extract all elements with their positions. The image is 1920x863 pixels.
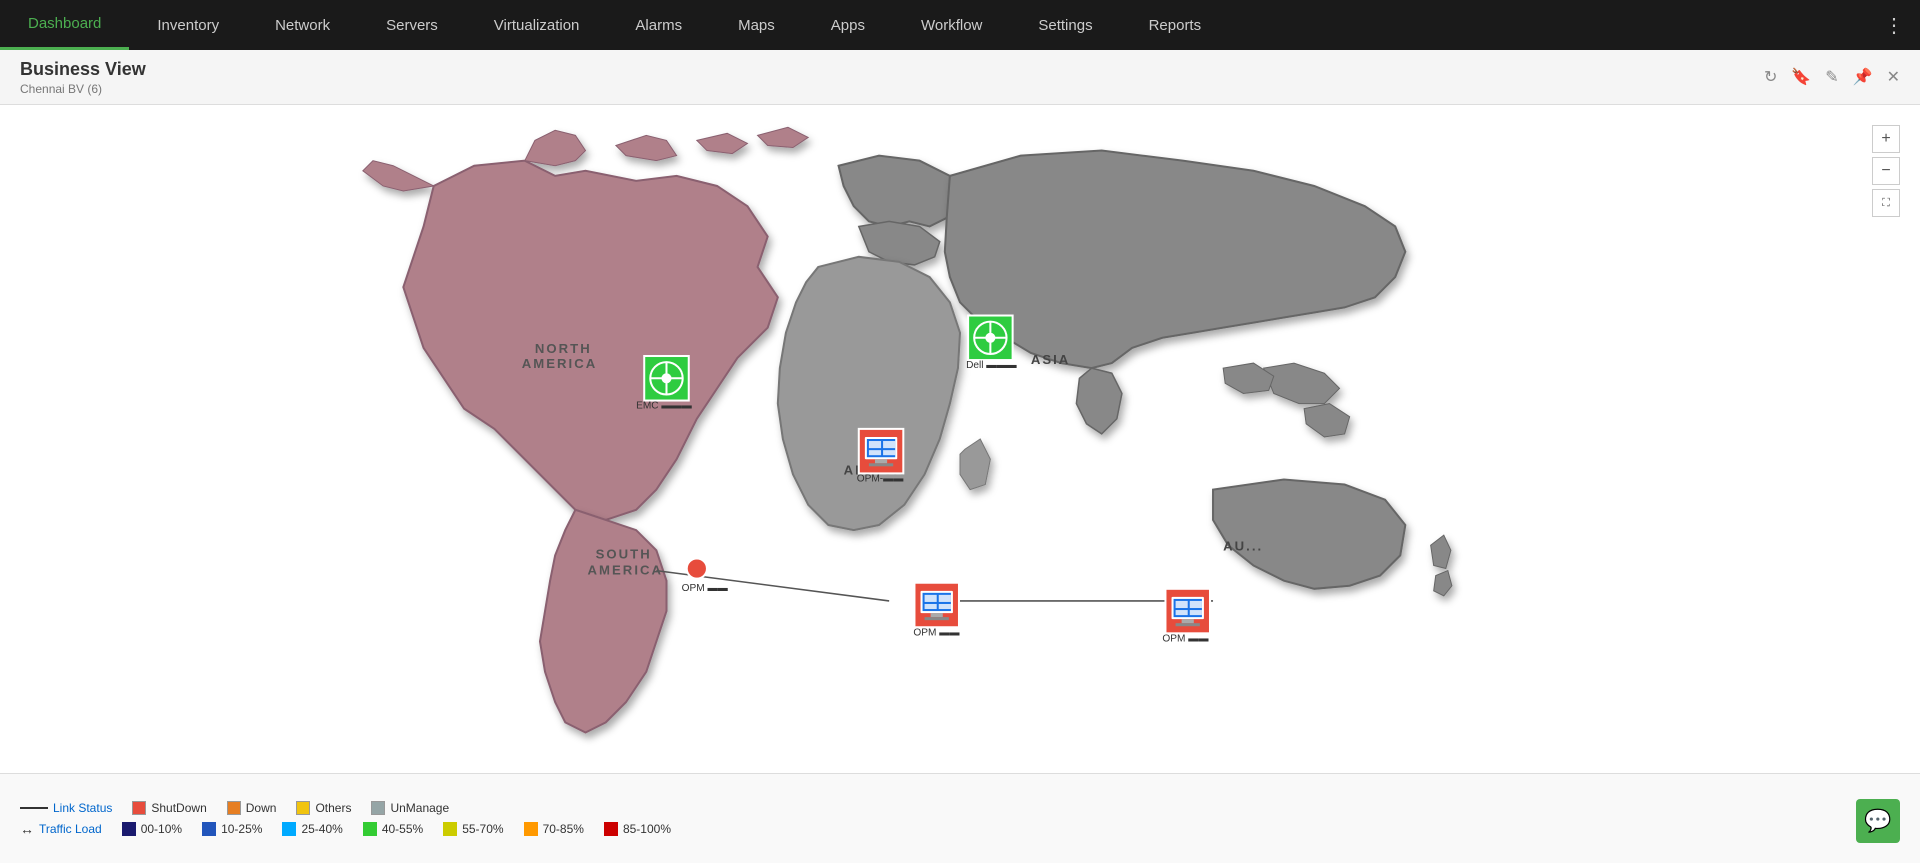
pin-icon[interactable]: 📌: [1853, 67, 1873, 87]
region-north-america-label2: AMERICA: [522, 356, 598, 371]
legend-shutdown-item: ShutDown: [132, 801, 206, 815]
node-asia[interactable]: [968, 316, 1013, 361]
legend-traffic-25-40: 25-40%: [282, 822, 342, 836]
others-color-box: [296, 801, 310, 815]
zoom-out-button[interactable]: −: [1872, 157, 1900, 185]
traffic-10-25-label: 10-25%: [221, 822, 262, 836]
legend-traffic-00-10: 00-10%: [122, 822, 182, 836]
navbar: Dashboard Inventory Network Servers Virt…: [0, 0, 1920, 50]
header-info: Business View Chennai BV (6): [20, 59, 146, 96]
zoom-in-button[interactable]: +: [1872, 125, 1900, 153]
legend-link-status-row: Link Status ShutDown Down Others UnManag…: [20, 801, 1900, 815]
nav-network[interactable]: Network: [247, 0, 358, 50]
nav-apps[interactable]: Apps: [803, 0, 893, 50]
legend-traffic-10-25: 10-25%: [202, 822, 262, 836]
close-icon[interactable]: ✕: [1887, 67, 1900, 87]
traffic-load-label[interactable]: Traffic Load: [39, 822, 102, 836]
chat-icon: 💬: [1864, 808, 1891, 834]
traffic-00-10-label: 00-10%: [141, 822, 182, 836]
node-africa-opm[interactable]: [859, 429, 904, 474]
bookmark-icon[interactable]: 🔖: [1791, 67, 1811, 87]
traffic-10-25-box: [202, 822, 216, 836]
traffic-55-70-label: 55-70%: [462, 822, 503, 836]
region-australia-label: AU...: [1223, 538, 1263, 553]
nav-more-button[interactable]: ⋮: [1868, 0, 1920, 50]
nav-virtualization[interactable]: Virtualization: [466, 0, 608, 50]
region-south-america-label: SOUTH: [596, 546, 652, 561]
legend-line-icon: [20, 807, 48, 809]
shutdown-color-box: [132, 801, 146, 815]
zoom-controls: + − ⛶: [1872, 125, 1900, 217]
legend-traffic-85-100: 85-100%: [604, 822, 671, 836]
header-bar: Business View Chennai BV (6) ↻ 🔖 ✎ 📌 ✕: [0, 50, 1920, 105]
chat-button[interactable]: 💬: [1856, 799, 1900, 843]
nav-servers[interactable]: Servers: [358, 0, 466, 50]
zoom-fit-button[interactable]: ⛶: [1872, 189, 1900, 217]
unmanage-color-box: [371, 801, 385, 815]
link-status-label[interactable]: Link Status: [53, 801, 112, 815]
edit-icon[interactable]: ✎: [1825, 67, 1838, 87]
node-africa-opm-label: OPM-▬▬: [857, 474, 905, 485]
header-actions: ↻ 🔖 ✎ 📌 ✕: [1764, 67, 1900, 87]
legend-link-status-item: Link Status: [20, 801, 112, 815]
nav-reports[interactable]: Reports: [1121, 0, 1230, 50]
region-south-america-label2: AMERICA: [588, 563, 664, 578]
traffic-25-40-box: [282, 822, 296, 836]
footer-legend: Link Status ShutDown Down Others UnManag…: [0, 773, 1920, 863]
legend-unmanage-item: UnManage: [371, 801, 449, 815]
node-south-america-label: OPM ▬▬: [682, 583, 729, 594]
nav-dashboard[interactable]: Dashboard: [0, 0, 129, 50]
region-north-america-label: NORTH: [535, 341, 592, 356]
node-south-africa[interactable]: [914, 583, 959, 628]
down-label: Down: [246, 801, 277, 815]
legend-traffic-40-55: 40-55%: [363, 822, 423, 836]
traffic-arrow-icon: ↔: [20, 821, 34, 837]
page-subtitle: Chennai BV (6): [20, 82, 146, 96]
traffic-85-100-label: 85-100%: [623, 822, 671, 836]
down-color-box: [227, 801, 241, 815]
nav-inventory[interactable]: Inventory: [129, 0, 247, 50]
nav-alarms[interactable]: Alarms: [607, 0, 710, 50]
node-australia[interactable]: [1165, 589, 1210, 634]
node-south-africa-label: OPM ▬▬: [913, 627, 960, 638]
node-north-america-label: EMC ▬▬▬: [636, 401, 692, 412]
region-asia-label: ASIA: [1031, 352, 1071, 367]
nav-settings[interactable]: Settings: [1010, 0, 1120, 50]
legend-down-item: Down: [227, 801, 277, 815]
legend-others-item: Others: [296, 801, 351, 815]
traffic-85-100-box: [604, 822, 618, 836]
page-title: Business View: [20, 59, 146, 80]
traffic-25-40-label: 25-40%: [301, 822, 342, 836]
traffic-55-70-box: [443, 822, 457, 836]
traffic-00-10-box: [122, 822, 136, 836]
map-area: NORTH AMERICA SOUTH AMERICA AFRICA ASIA …: [0, 105, 1920, 773]
legend-traffic-70-85: 70-85%: [524, 822, 584, 836]
shutdown-label: ShutDown: [151, 801, 206, 815]
node-asia-label: Dell ▬▬▬: [966, 360, 1017, 371]
nav-maps[interactable]: Maps: [710, 0, 803, 50]
world-map-svg: NORTH AMERICA SOUTH AMERICA AFRICA ASIA …: [0, 105, 1920, 773]
traffic-70-85-label: 70-85%: [543, 822, 584, 836]
legend-traffic-item: ↔ Traffic Load: [20, 821, 102, 837]
node-australia-label: OPM ▬▬: [1162, 633, 1209, 644]
traffic-70-85-box: [524, 822, 538, 836]
unmanage-label: UnManage: [390, 801, 449, 815]
refresh-icon[interactable]: ↻: [1764, 67, 1777, 87]
legend-traffic-row: ↔ Traffic Load 00-10% 10-25% 25-40% 40-5…: [20, 821, 1900, 837]
traffic-40-55-box: [363, 822, 377, 836]
node-south-america-dot[interactable]: [687, 558, 707, 578]
traffic-40-55-label: 40-55%: [382, 822, 423, 836]
nav-workflow[interactable]: Workflow: [893, 0, 1010, 50]
legend-traffic-55-70: 55-70%: [443, 822, 503, 836]
others-label: Others: [315, 801, 351, 815]
node-north-america[interactable]: [644, 356, 689, 401]
